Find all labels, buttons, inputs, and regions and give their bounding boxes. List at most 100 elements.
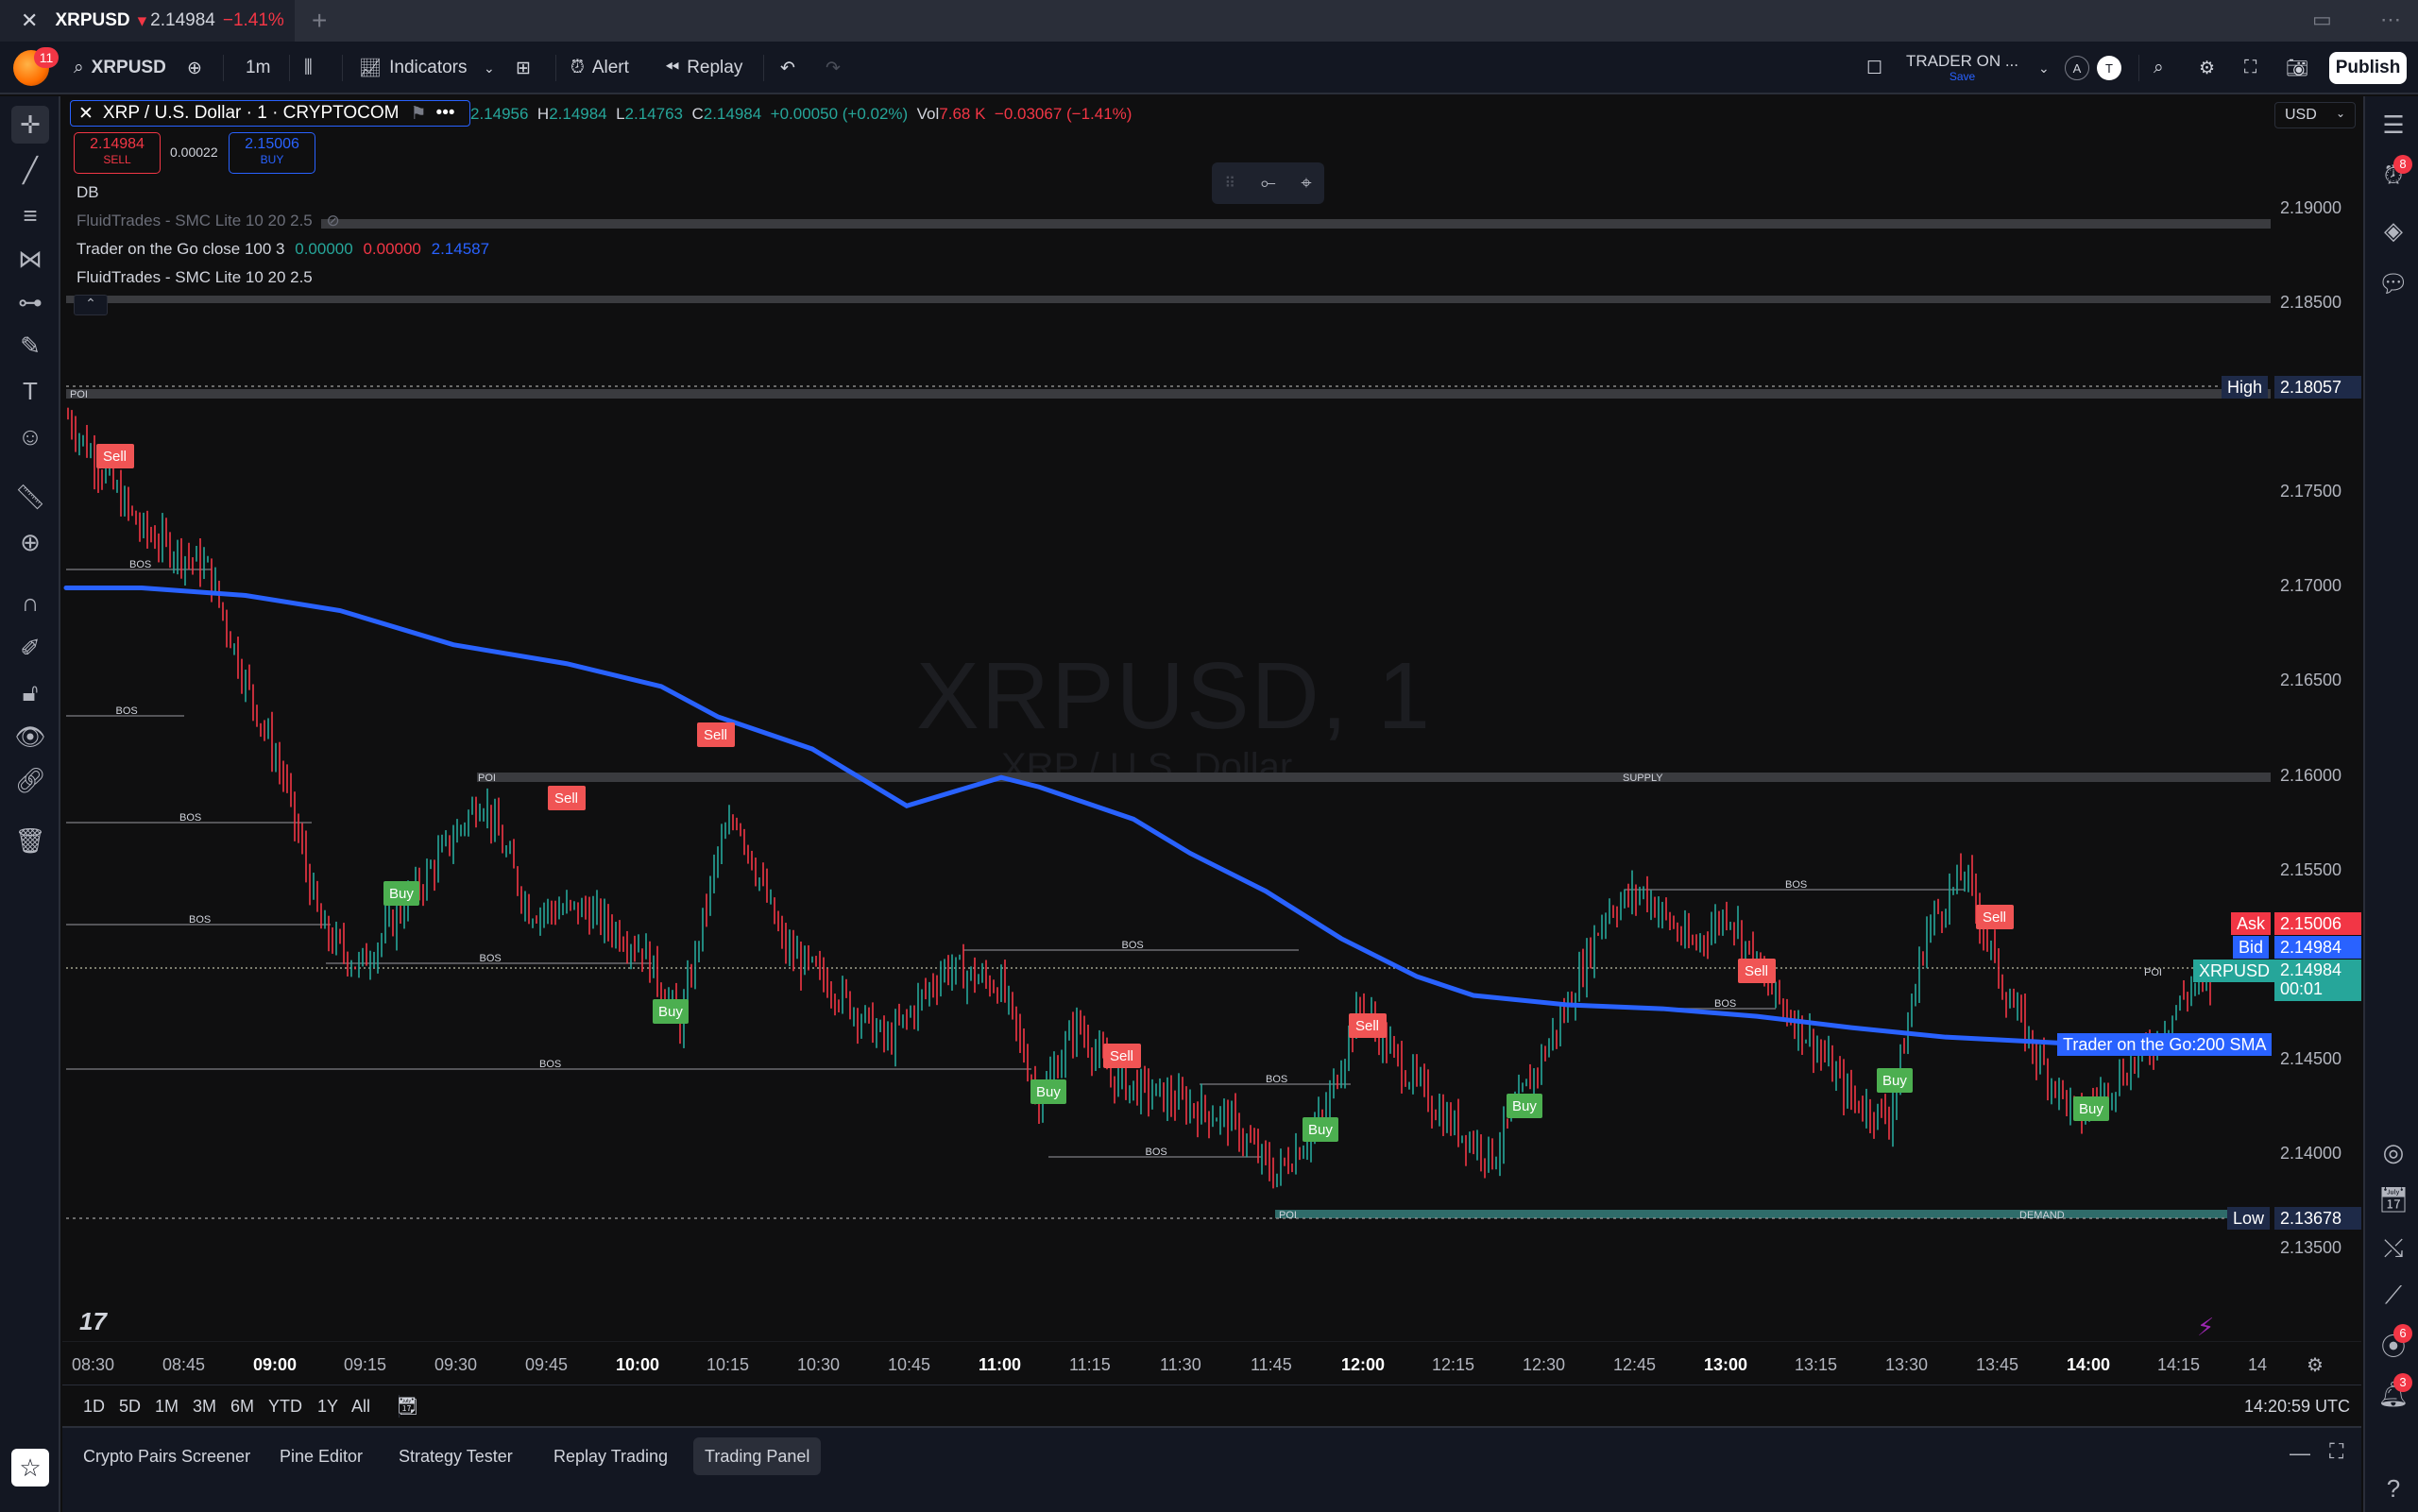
last-price-box: 2.14984 00:01 xyxy=(2274,960,2361,1001)
ind2-value-2: 0.00000 xyxy=(363,240,421,258)
last-price-value: 2.14984 xyxy=(2280,960,2342,980)
signal-sell-label: Sell xyxy=(103,449,127,465)
utc-clock[interactable]: 14:20:59 UTC xyxy=(2244,1397,2350,1417)
price-tick: 2.17000 xyxy=(2280,576,2342,595)
ohlc-close: 2.14984 xyxy=(703,105,762,123)
demand-band xyxy=(1275,1210,2233,1218)
hidden-eye-icon[interactable]: ⊘ xyxy=(327,212,340,229)
range-1y[interactable]: 1Y xyxy=(317,1397,338,1417)
time-tick: 11:30 xyxy=(1160,1355,1201,1374)
poi-label: POI xyxy=(70,389,88,400)
time-tick: 11:15 xyxy=(1069,1355,1111,1374)
time-tick: 10:45 xyxy=(888,1355,931,1374)
maximize-panel-icon[interactable]: ⛶ xyxy=(2329,1439,2343,1464)
range-bar: 1D 5D 1M 3M 6M YTD 1Y All 📆︎ 14:20:59 UT… xyxy=(62,1385,2361,1426)
range-1m[interactable]: 1M xyxy=(155,1397,179,1417)
bos-label: BOS xyxy=(1122,940,1144,951)
indicator-trader-on-the-go[interactable]: Trader on the Go close 100 3 0.00000 0.0… xyxy=(77,240,489,259)
range-5d[interactable]: 5D xyxy=(119,1397,141,1417)
range-3m[interactable]: 3M xyxy=(193,1397,216,1417)
time-tick: 10:00 xyxy=(616,1355,660,1374)
signal-sell-label: Sell xyxy=(1110,1048,1133,1064)
price-tick: 2.18500 xyxy=(2280,293,2342,312)
tab-crypto-pairs-screener[interactable]: Crypto Pairs Screener xyxy=(72,1437,262,1475)
sell-price: 2.14984 xyxy=(90,136,145,152)
bos-label: BOS xyxy=(480,953,502,964)
time-tick: 13:30 xyxy=(1885,1355,1929,1374)
floating-drawing-toolbar: ⠿ ⟜ ⌖ xyxy=(1212,162,1324,204)
legend-title: XRP / U.S. Dollar · 1 · CRYPTOCOM xyxy=(102,103,400,123)
flag-icon[interactable]: ⚑ xyxy=(411,103,427,125)
volume-change: −0.03067 (−1.41%) xyxy=(994,105,1132,123)
time-tick: 09:15 xyxy=(344,1355,387,1374)
signal-buy-label: Buy xyxy=(1308,1122,1333,1138)
high-tag: High xyxy=(2222,376,2269,399)
supply-band xyxy=(477,773,2271,782)
ask-value: 2.15006 xyxy=(2274,912,2361,935)
price-tick: 2.19000 xyxy=(2280,198,2342,217)
bos-label: BOS xyxy=(1266,1074,1287,1085)
demand-label: DEMAND xyxy=(2019,1210,2065,1221)
price-tick: 2.14500 xyxy=(2280,1049,2342,1068)
ohlc-low: 2.14763 xyxy=(624,105,683,123)
sell-label: SELL xyxy=(103,153,131,166)
signal-buy-label: Buy xyxy=(389,886,414,902)
ohlc-change: +0.00050 (+0.02%) xyxy=(770,105,909,123)
goto-date-icon[interactable]: 📆︎ xyxy=(397,1397,418,1417)
drag-handle-icon[interactable]: ⠿ xyxy=(1224,174,1235,193)
tab-replay-trading[interactable]: Replay Trading xyxy=(542,1437,679,1475)
indicator-fluidtrades[interactable]: FluidTrades - SMC Lite 10 20 2.5 xyxy=(77,268,313,287)
ask-tag: Ask xyxy=(2231,912,2272,935)
horizontal-line-icon[interactable]: ⟜ xyxy=(1261,173,1276,195)
cross-shape-icon[interactable]: ⌖ xyxy=(1301,173,1311,195)
legend-more-icon[interactable]: ••• xyxy=(436,103,455,124)
tab-strategy-tester[interactable]: Strategy Tester xyxy=(387,1437,524,1475)
price-tick: 2.17500 xyxy=(2280,482,2342,501)
ind2-value-1: 0.00000 xyxy=(295,240,353,258)
collapse-legend-icon[interactable]: ⌃ xyxy=(74,295,108,315)
time-tick: 13:15 xyxy=(1795,1355,1838,1374)
volume-value: 7.68 K xyxy=(939,105,986,123)
signal-sell-label: Sell xyxy=(1745,963,1768,979)
legend-close-icon[interactable]: ✕ xyxy=(78,103,94,125)
signal-sell-label: Sell xyxy=(1355,1018,1379,1034)
range-ytd[interactable]: YTD xyxy=(268,1397,302,1417)
price-axis[interactable]: 2.19000 2.18500 2.17500 2.17000 2.16500 … xyxy=(2267,96,2361,1341)
signal-buy-label: Buy xyxy=(1036,1084,1061,1100)
buy-button[interactable]: 2.15006 BUY xyxy=(229,132,315,174)
time-tick: 12:00 xyxy=(1341,1355,1386,1374)
db-label[interactable]: DB xyxy=(77,183,99,202)
sell-button[interactable]: 2.14984 SELL xyxy=(74,132,161,174)
time-axis[interactable]: 08:30 08:45 09:00 09:15 09:30 09:45 10:00 10:15… xyxy=(62,1341,2361,1385)
range-all[interactable]: All xyxy=(351,1397,370,1417)
tab-pine-editor[interactable]: Pine Editor xyxy=(268,1437,374,1475)
range-6m[interactable]: 6M xyxy=(230,1397,254,1417)
high-value: 2.18057 xyxy=(2274,376,2361,399)
price-plot[interactable]: POI POI SUPPLY POI DEMAND POI BOS BOS BOS BOS BOS B… xyxy=(0,0,2418,1512)
tab-trading-panel[interactable]: Trading Panel xyxy=(693,1437,822,1475)
price-tick: 2.16000 xyxy=(2280,766,2342,785)
range-1d[interactable]: 1D xyxy=(83,1397,105,1417)
poi-label: POI xyxy=(2144,967,2162,978)
spread-value: 0.00022 xyxy=(170,144,218,160)
symbol-legend[interactable]: ✕ XRP / U.S. Dollar · 1 · CRYPTOCOM ⚑ ••… xyxy=(70,100,470,127)
signal-sell-label: Sell xyxy=(704,727,727,743)
minimize-panel-icon[interactable]: — xyxy=(2290,1441,2310,1466)
time-tick: 13:00 xyxy=(1704,1355,1748,1374)
signal-buy-label: Buy xyxy=(1512,1098,1537,1114)
bos-label: BOS xyxy=(116,705,138,717)
ind2-value-3: 2.14587 xyxy=(431,240,490,258)
lightning-icon[interactable]: ⚡︎ xyxy=(2197,1313,2214,1342)
poi-label: POI xyxy=(478,773,496,784)
bar-countdown: 00:01 xyxy=(2280,979,2324,998)
zone-band-top xyxy=(321,219,2271,229)
supply-label: SUPPLY xyxy=(1623,773,1663,784)
indicator-fluidtrades-hidden[interactable]: FluidTrades - SMC Lite 10 20 2.5 ⊘ xyxy=(77,212,340,230)
buy-price: 2.15006 xyxy=(245,136,299,152)
axis-settings-gear-icon[interactable]: ⚙︎ xyxy=(2307,1353,2324,1377)
sma-label: Trader on the Go:200 SMA xyxy=(2057,1033,2273,1056)
signal-sell-label: Sell xyxy=(1983,909,2006,926)
last-price-tag: XRPUSD xyxy=(2193,960,2276,982)
ohlc-values: 2.14956 H2.14984 L2.14763 C2.14984 +0.00… xyxy=(470,105,1132,123)
time-tick: 10:15 xyxy=(707,1355,750,1374)
